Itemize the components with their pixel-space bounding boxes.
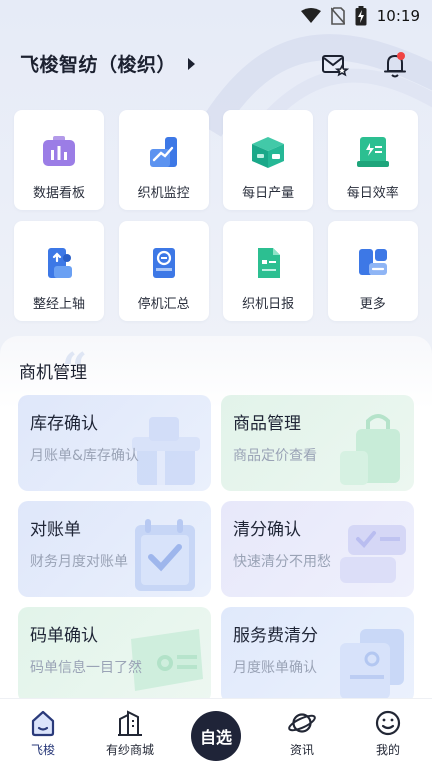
tile-label: 每日效率 xyxy=(346,186,399,201)
card-clearing-confirm[interactable]: 清分确认 快速清分不用愁 xyxy=(221,501,414,597)
tile-label: 停机汇总 xyxy=(137,297,190,312)
card-title: 服务费清分 xyxy=(233,626,318,646)
card-inventory-confirm[interactable]: 库存确认 月账单&库存确认 xyxy=(18,395,211,491)
home-icon xyxy=(31,710,55,737)
tile-label: 每日产量 xyxy=(242,186,295,201)
nav-label: 资讯 xyxy=(289,743,314,757)
card-service-fee-clearing[interactable]: 服务费清分 月度账单确认 xyxy=(221,607,414,700)
tile-data-dashboard[interactable]: 数据看板 xyxy=(14,110,104,210)
business-panel: “ 商机管理 库存确认 月账单&库存确认 商品管理 商品定价查看 对账单 财务月… xyxy=(0,336,432,700)
daily-output-icon xyxy=(248,134,288,170)
tile-label: 整经上轴 xyxy=(32,297,85,312)
nav-news[interactable]: 资讯 xyxy=(262,709,342,758)
section-title: 商机管理 xyxy=(19,363,87,383)
loom-report-icon xyxy=(248,245,288,281)
card-title: 清分确认 xyxy=(233,520,301,540)
shopping-bag-illustration-icon xyxy=(340,414,400,485)
tile-label: 织机监控 xyxy=(137,186,190,201)
bill-illustration-icon xyxy=(340,629,404,699)
card-title: 码单确认 xyxy=(30,626,98,646)
tile-downtime-summary[interactable]: 停机汇总 xyxy=(118,221,209,321)
nav-favorites-button[interactable]: 自选 xyxy=(191,711,241,761)
nav-label: 飞梭 xyxy=(30,743,55,757)
tile-daily-efficiency[interactable]: 每日效率 xyxy=(327,110,418,210)
card-title: 库存确认 xyxy=(30,414,98,434)
bottom-navigation: 飞梭 有纱商城 自选 资讯 我的 xyxy=(0,698,432,768)
smiley-face-icon xyxy=(375,710,401,736)
card-subtitle: 快速清分不用愁 xyxy=(233,554,331,570)
downtime-icon xyxy=(144,245,184,281)
nav-yarn-mall[interactable]: 有纱商城 xyxy=(90,709,170,758)
notification-badge xyxy=(397,52,405,60)
buildings-icon xyxy=(118,710,142,736)
mail-star-icon xyxy=(322,55,349,77)
tile-warping[interactable]: 整经上轴 xyxy=(14,221,104,321)
tile-loom-daily-report[interactable]: 织机日报 xyxy=(223,221,314,321)
card-subtitle: 月度账单确认 xyxy=(233,660,317,676)
card-title: 商品管理 xyxy=(233,414,301,434)
boxes-illustration-icon xyxy=(132,417,200,485)
nav-center-label: 自选 xyxy=(199,728,232,747)
quick-function-grid: 数据看板 织机监控 每日产量 每日效率 整经上轴 停机汇总 织机日报 更多 xyxy=(14,110,418,321)
tile-more[interactable]: 更多 xyxy=(327,221,418,321)
nav-feisuo[interactable]: 飞梭 xyxy=(3,709,83,758)
nav-label: 有纱商城 xyxy=(105,743,154,757)
tile-label: 更多 xyxy=(359,297,386,312)
caret-right-icon xyxy=(188,57,196,70)
card-product-management[interactable]: 商品管理 商品定价查看 xyxy=(221,395,414,491)
warping-icon xyxy=(39,245,79,281)
dashboard-icon xyxy=(39,134,79,170)
card-subtitle: 月账单&库存确认 xyxy=(30,448,139,464)
card-subtitle: 码单信息一目了然 xyxy=(30,660,142,676)
card-subtitle: 商品定价查看 xyxy=(233,448,317,464)
company-name: 飞梭智纺（梭织） xyxy=(20,54,177,76)
nav-me[interactable]: 我的 xyxy=(348,709,428,758)
loom-monitor-icon xyxy=(144,134,184,170)
card-subtitle: 财务月度对账单 xyxy=(30,554,128,570)
daily-efficiency-icon xyxy=(353,134,393,170)
calendar-check-illustration-icon xyxy=(135,519,195,591)
tile-daily-output[interactable]: 每日产量 xyxy=(223,110,314,210)
chat-bubbles-illustration-icon xyxy=(340,525,406,583)
mail-button[interactable] xyxy=(318,48,352,82)
tile-label: 数据看板 xyxy=(32,186,85,201)
tile-loom-monitor[interactable]: 织机监控 xyxy=(118,110,209,210)
more-icon xyxy=(353,245,393,281)
card-tally-confirm[interactable]: 码单确认 码单信息一目了然 xyxy=(18,607,211,700)
company-switcher[interactable]: 飞梭智纺（梭织） xyxy=(20,50,196,77)
nav-label: 我的 xyxy=(375,743,400,757)
tile-label: 织机日报 xyxy=(242,297,295,312)
card-title: 对账单 xyxy=(30,520,81,540)
planet-icon xyxy=(288,713,316,733)
notification-button[interactable] xyxy=(378,48,412,82)
header: 飞梭智纺（梭织） xyxy=(0,48,432,82)
card-statement[interactable]: 对账单 财务月度对账单 xyxy=(18,501,211,597)
